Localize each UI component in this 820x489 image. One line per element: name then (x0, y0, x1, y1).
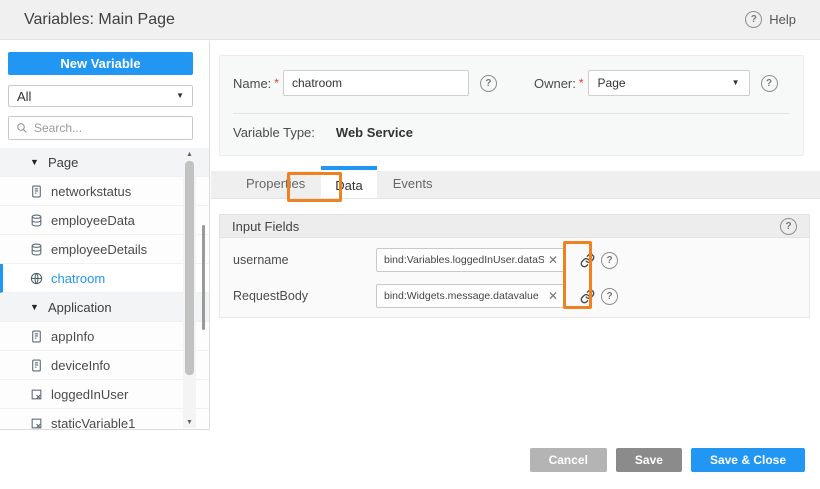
help-button[interactable]: ? Help (745, 11, 796, 28)
name-field[interactable] (283, 70, 469, 96)
sidebar-item-deviceinfo[interactable]: deviceInfo (0, 351, 209, 380)
required-marker: * (579, 76, 584, 90)
dialog-header: Variables: Main Page ? Help (0, 0, 820, 40)
required-marker: * (274, 76, 279, 90)
device-variable-icon (30, 359, 43, 372)
variable-detail-panel: Name: * ? Owner: * Page ▼ ? Variable Typ… (211, 41, 820, 430)
sidebar-item-chatroom[interactable]: chatroom (0, 264, 209, 293)
divider (233, 113, 790, 114)
field-help-icon[interactable]: ? (601, 288, 618, 305)
panel-scrollbar-thumb[interactable] (202, 225, 205, 330)
item-label: loggedInUser (51, 387, 128, 402)
bind-value-text: bind:Widgets.message.datavalue (384, 290, 544, 302)
tab-bar: Properties Data Events (211, 171, 820, 199)
clear-binding-icon[interactable]: ✕ (545, 285, 561, 307)
sidebar-group-page[interactable]: ▼ Page (0, 148, 209, 177)
sidebar-item-appinfo[interactable]: appInfo (0, 322, 209, 351)
variables-sidebar: New Variable All ▼ ▼ Page networkstatus … (0, 41, 210, 430)
bind-value-text: bind:Variables.loggedInUser.dataSet.name (384, 254, 544, 266)
input-fields-body: username bind:Variables.loggedInUser.dat… (219, 238, 810, 318)
variable-summary-card: Name: * ? Owner: * Page ▼ ? Variable Typ… (219, 55, 804, 156)
section-help-icon[interactable]: ? (780, 218, 797, 235)
chevron-down-icon: ▼ (732, 79, 740, 87)
input-fields-header: Input Fields ? (219, 214, 810, 238)
variable-list: ▼ Page networkstatus employeeData employ… (0, 148, 209, 429)
name-owner-row: Name: * ? Owner: * Page ▼ ? (233, 70, 790, 96)
variable-type-value: Web Service (336, 125, 413, 140)
search-box (8, 116, 193, 140)
name-label: Name: (233, 76, 271, 91)
save-button[interactable]: Save (616, 448, 682, 472)
device-variable-icon (30, 330, 43, 343)
new-variable-button[interactable]: New Variable (8, 52, 193, 75)
item-label: appInfo (51, 329, 94, 344)
tab-events[interactable]: Events (377, 170, 449, 198)
save-close-button[interactable]: Save & Close (691, 448, 805, 472)
bind-value-field[interactable]: bind:Widgets.message.datavalue ✕ (376, 284, 565, 308)
list-scrollbar[interactable]: ▲ ▼ (183, 148, 196, 428)
sidebar-item-staticvariable1[interactable]: staticVariable1 (0, 409, 209, 429)
item-label: employeeDetails (51, 242, 147, 257)
input-fields-section: Input Fields ? username bind:Variables.l… (219, 214, 810, 318)
bind-link-icon[interactable] (576, 284, 598, 308)
input-field-row-requestbody: RequestBody bind:Widgets.message.dataval… (220, 284, 809, 308)
group-label: Page (48, 155, 78, 170)
item-label: deviceInfo (51, 358, 110, 373)
search-icon (16, 122, 28, 134)
device-variable-icon (30, 185, 43, 198)
clear-binding-icon[interactable]: ✕ (545, 249, 561, 271)
collapse-caret-icon: ▼ (30, 158, 40, 167)
sidebar-item-loggedinuser[interactable]: loggedInUser (0, 380, 209, 409)
sidebar-item-networkstatus[interactable]: networkstatus (0, 177, 209, 206)
chevron-down-icon: ▼ (176, 92, 184, 100)
name-help-icon[interactable]: ? (480, 75, 497, 92)
static-variable-icon (30, 417, 43, 430)
sidebar-group-application[interactable]: ▼ Application (0, 293, 209, 322)
service-variable-icon (30, 243, 43, 256)
bind-link-icon[interactable] (576, 248, 598, 272)
tab-data[interactable]: Data (321, 166, 376, 198)
section-title: Input Fields (232, 219, 299, 234)
input-field-row-username: username bind:Variables.loggedInUser.dat… (220, 248, 809, 272)
page-title: Variables: Main Page (24, 11, 175, 29)
cancel-button[interactable]: Cancel (530, 448, 607, 472)
field-label: username (233, 253, 289, 267)
owner-select[interactable]: Page ▼ (588, 70, 750, 96)
web-service-icon (30, 272, 43, 285)
variables-dialog: Variables: Main Page ? Help New Variable… (0, 0, 820, 489)
service-variable-icon (30, 214, 43, 227)
item-label: networkstatus (51, 184, 131, 199)
owner-label: Owner: (534, 76, 576, 91)
filter-value: All (17, 89, 31, 104)
help-label: Help (769, 12, 796, 27)
sidebar-item-employeedata[interactable]: employeeData (0, 206, 209, 235)
scrollbar-thumb[interactable] (185, 161, 194, 375)
field-help-icon[interactable]: ? (601, 252, 618, 269)
variable-type-label: Variable Type: (233, 125, 315, 140)
group-label: Application (48, 300, 112, 315)
search-input[interactable] (34, 121, 185, 135)
variable-type-row: Variable Type: Web Service (233, 125, 413, 140)
scroll-up-icon[interactable]: ▲ (183, 148, 196, 160)
bind-value-field[interactable]: bind:Variables.loggedInUser.dataSet.name… (376, 248, 565, 272)
sidebar-item-employeedetails[interactable]: employeeDetails (0, 235, 209, 264)
owner-help-icon[interactable]: ? (761, 75, 778, 92)
owner-value: Page (598, 76, 626, 90)
static-variable-icon (30, 388, 43, 401)
collapse-caret-icon: ▼ (30, 303, 40, 312)
help-icon: ? (745, 11, 762, 28)
variable-filter-select[interactable]: All ▼ (8, 85, 193, 107)
dialog-footer: Cancel Save Save & Close (0, 430, 820, 489)
tab-properties[interactable]: Properties (230, 170, 321, 198)
scroll-down-icon[interactable]: ▼ (183, 416, 196, 428)
item-label: chatroom (51, 271, 105, 286)
item-label: staticVariable1 (51, 416, 135, 430)
field-label: RequestBody (233, 289, 308, 303)
item-label: employeeData (51, 213, 135, 228)
